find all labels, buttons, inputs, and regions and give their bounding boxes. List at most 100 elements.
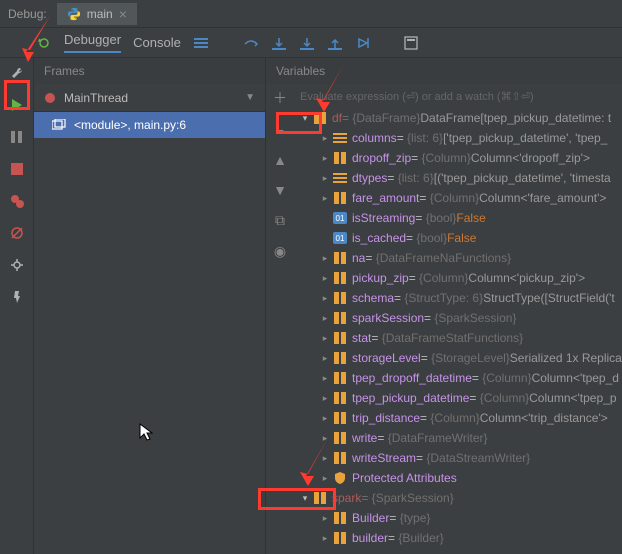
thread-selector[interactable]: MainThread ▼ — [34, 84, 265, 112]
debug-toolbar: Debugger Console — [0, 28, 622, 58]
variable-child[interactable]: ▸tpep_pickup_datetime = {Column} Column<… — [298, 388, 622, 408]
chevron-right-icon[interactable]: ▸ — [318, 333, 332, 344]
console-tab[interactable]: Console — [133, 35, 181, 50]
variable-child[interactable]: ▸columns = {list: 6} ['tpep_pickup_datet… — [298, 128, 622, 148]
variable-value: False — [456, 211, 485, 225]
down-icon[interactable]: ▼ — [273, 182, 287, 198]
variable-child[interactable]: ▸na = {DataFrameNaFunctions} — [298, 248, 622, 268]
chevron-right-icon[interactable]: ▸ — [318, 133, 332, 144]
stop-icon[interactable] — [8, 160, 26, 178]
chevron-right-icon[interactable]: ▸ — [318, 313, 332, 324]
variable-child[interactable]: 01is_cached = {bool} False — [298, 228, 622, 248]
up-icon[interactable]: ▲ — [273, 152, 287, 168]
variable-child[interactable]: ▸sparkSession = {SparkSession} — [298, 308, 622, 328]
variable-root[interactable]: ▾spark = {SparkSession} — [298, 488, 622, 508]
variable-name: dropoff_zip — [352, 151, 411, 165]
variable-value: Column<'tpep_p — [529, 391, 616, 405]
chevron-right-icon[interactable]: ▸ — [318, 173, 332, 184]
run-to-cursor-icon[interactable] — [355, 35, 371, 51]
evaluate-input[interactable]: Evaluate expression (⏎) or add a watch (… — [294, 84, 622, 108]
field-icon — [332, 270, 348, 286]
field-icon — [332, 330, 348, 346]
chevron-right-icon[interactable]: ▸ — [318, 533, 332, 544]
variable-child[interactable]: ▸write = {DataFrameWriter} — [298, 428, 622, 448]
variables-panel: Variables ＋ − ▲ ▼ ⧉ ◉ Evaluate expressio… — [266, 58, 622, 554]
variable-name: na — [352, 251, 365, 265]
chevron-right-icon[interactable]: ▸ — [318, 253, 332, 264]
chevron-right-icon[interactable]: ▸ — [318, 153, 332, 164]
variable-name: schema — [352, 291, 394, 305]
variable-child[interactable]: ▸pickup_zip = {Column} Column<'pickup_zi… — [298, 268, 622, 288]
variable-name: builder — [352, 531, 388, 545]
variable-child[interactable]: ▸dtypes = {list: 6} [('tpep_pickup_datet… — [298, 168, 622, 188]
chevron-right-icon[interactable]: ▸ — [318, 433, 332, 444]
variable-root[interactable]: ▾df = {DataFrame} DataFrame[tpep_pickup_… — [298, 108, 622, 128]
variable-value: False — [447, 231, 476, 245]
variable-child[interactable]: ▸writeStream = {DataStreamWriter} — [298, 448, 622, 468]
pin-icon[interactable] — [8, 288, 26, 306]
wrench-icon[interactable] — [8, 64, 26, 82]
field-icon — [332, 250, 348, 266]
variable-child[interactable]: ▸Builder = {type} — [298, 508, 622, 528]
variable-child[interactable]: ▸storageLevel = {StorageLevel} Serialize… — [298, 348, 622, 368]
step-into-my-icon[interactable] — [299, 35, 315, 51]
list-icon — [332, 170, 348, 186]
file-tab[interactable]: main × — [57, 3, 137, 25]
close-icon[interactable]: × — [119, 6, 127, 22]
variables-header: Variables — [266, 58, 622, 84]
mute-breakpoints-icon[interactable] — [8, 224, 26, 242]
remove-watch-icon[interactable]: − — [276, 122, 284, 138]
chevron-right-icon[interactable]: ▸ — [318, 273, 332, 284]
step-into-icon[interactable] — [271, 35, 287, 51]
stack-frame[interactable]: <module>, main.py:6 — [34, 112, 265, 138]
field-icon — [332, 370, 348, 386]
variable-child[interactable]: ▸Protected Attributes — [298, 468, 622, 488]
view-breakpoints-icon[interactable] — [8, 192, 26, 210]
variable-child[interactable]: ▸trip_distance = {Column} Column<'trip_d… — [298, 408, 622, 428]
evaluate-icon[interactable] — [403, 35, 419, 51]
variable-name: fare_amount — [352, 191, 419, 205]
variable-child[interactable]: ▸dropoff_zip = {Column} Column<'dropoff_… — [298, 148, 622, 168]
chevron-right-icon[interactable]: ▸ — [318, 513, 332, 524]
chevron-right-icon[interactable]: ▸ — [318, 393, 332, 404]
variable-name: writeStream — [352, 451, 416, 465]
field-icon — [332, 350, 348, 366]
chevron-right-icon[interactable]: ▸ — [318, 413, 332, 424]
more-icon[interactable] — [193, 35, 209, 51]
variable-name: sparkSession — [352, 311, 424, 325]
variable-child[interactable]: ▸schema = {StructType: 6} StructType([St… — [298, 288, 622, 308]
variable-name: storageLevel — [352, 351, 421, 365]
chevron-right-icon[interactable]: ▸ — [318, 373, 332, 384]
frames-header: Frames — [34, 58, 265, 84]
variable-child[interactable]: ▸stat = {DataFrameStatFunctions} — [298, 328, 622, 348]
step-out-icon[interactable] — [327, 35, 343, 51]
variable-name: tpep_dropoff_datetime — [352, 371, 472, 385]
chevron-right-icon[interactable]: ▸ — [318, 293, 332, 304]
variable-child[interactable]: ▸tpep_dropoff_datetime = {Column} Column… — [298, 368, 622, 388]
settings-icon[interactable] — [8, 256, 26, 274]
variable-type: = {DataFrame} — [342, 111, 420, 125]
chevron-right-icon[interactable]: ▸ — [318, 453, 332, 464]
variable-name: trip_distance — [352, 411, 420, 425]
chevron-down-icon[interactable]: ▾ — [298, 493, 312, 504]
chevron-down-icon[interactable]: ▾ — [298, 113, 312, 124]
variable-child[interactable]: ▸fare_amount = {Column} Column<'fare_amo… — [298, 188, 622, 208]
resume-icon[interactable] — [8, 96, 26, 114]
chevron-right-icon[interactable]: ▸ — [318, 353, 332, 364]
copy-icon[interactable]: ⧉ — [275, 212, 285, 229]
watch-icon[interactable]: ◉ — [274, 243, 286, 260]
add-watch-icon[interactable]: ＋ — [273, 88, 287, 108]
debugger-tab[interactable]: Debugger — [64, 32, 121, 53]
variable-child[interactable]: 01isStreaming = {bool} False — [298, 208, 622, 228]
chevron-right-icon[interactable]: ▸ — [318, 473, 332, 484]
rerun-icon[interactable] — [36, 35, 52, 51]
chevron-right-icon[interactable]: ▸ — [318, 193, 332, 204]
variable-name: dtypes — [352, 171, 387, 185]
step-over-icon[interactable] — [243, 35, 259, 51]
variable-value: StructType([StructField('t — [483, 291, 615, 305]
list-icon — [332, 130, 348, 146]
field-icon — [332, 190, 348, 206]
variable-child[interactable]: ▸builder = {Builder} — [298, 528, 622, 548]
pause-icon[interactable] — [8, 128, 26, 146]
variable-value: Column<'trip_distance'> — [480, 411, 608, 425]
